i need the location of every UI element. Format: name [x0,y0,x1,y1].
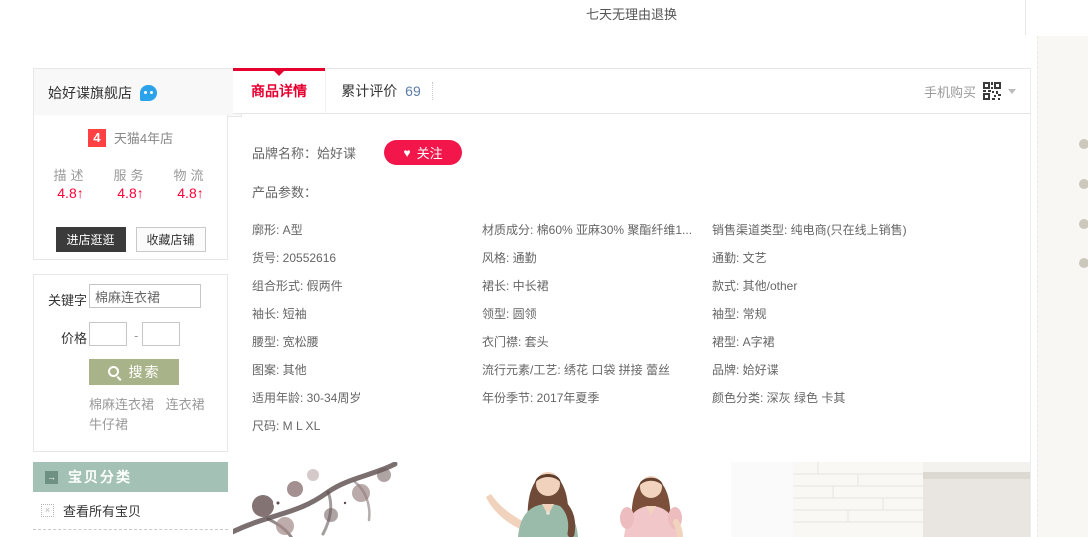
param-cell: 货号: 20552616 [252,244,482,272]
brand-name[interactable]: 姶好谍 [317,143,356,162]
param-cell: 颜色分类: 深灰 绿色 卡其 [712,384,1020,412]
rating-label: 描述 [41,165,101,184]
mobile-buy-label: 手机购买 [924,82,976,101]
follow-label: 关注 [417,143,443,162]
tmall-year-label: 天猫4年店 [114,128,173,147]
wangwang-chat-icon[interactable] [140,85,157,101]
store-info-panel: 4 天猫4年店 描述 服务 物流 4.8↑ 4.8↑ 4.8↑ 进店逛逛 收藏店… [33,115,228,260]
param-cell [712,412,1020,440]
param-cell: 款式: 其他/other [712,272,1020,300]
param-cell: 年份季节: 2017年夏季 [482,384,712,412]
product-image-strip [233,462,1030,537]
param-cell: 销售渠道类型: 纯电商(只在线上销售) [712,216,1020,244]
store-header: 姶好谍旗舰店 [33,68,242,117]
hot-keywords: 棉麻连衣裙 连衣裙 牛仔裙 [89,395,224,435]
placeholder-image-icon: × [41,504,54,517]
up-arrow-icon: ↑ [197,185,204,201]
up-arrow-icon: ↑ [77,185,84,201]
search-button-label: 搜索 [129,362,161,382]
tab-separator [432,82,434,100]
view-all-items-link[interactable]: × 查看所有宝贝 [33,492,228,530]
param-cell: 袖型: 常规 [712,300,1020,328]
qr-code-icon [983,82,1001,100]
chevron-down-icon [1008,89,1016,94]
price-max-input[interactable] [142,322,180,346]
hot-keyword-link[interactable]: 连衣裙 [166,397,205,412]
search-button[interactable]: 搜索 [89,359,179,385]
heart-icon: ♥ [403,147,410,159]
rating-value: 4.8↑ [101,185,161,201]
tab-reviews[interactable]: 累计评价 69 [325,69,437,113]
product-detail-page: 七天无理由退换 姶好谍旗舰店 4 天猫4年店 描述 服务 物流 4.8↑ 4.8… [0,0,1088,537]
rating-value: 4.8↑ [41,185,101,201]
param-cell: 材质成分: 棉60% 亚麻30% 聚酯纤维1... [482,216,712,244]
brand-row: 品牌名称： 姶好谍 ♥ 关注 [252,140,462,165]
magnifier-icon [108,366,121,379]
enter-store-button[interactable]: 进店逛逛 [56,227,126,252]
store-buttons-row: 进店逛逛 收藏店铺 [34,227,227,252]
param-cell: 图案: 其他 [252,356,482,384]
param-cell: 组合形式: 假两件 [252,272,482,300]
right-rail [1037,36,1088,537]
section-nav-dot[interactable] [1079,179,1088,189]
rating-label: 物流 [161,165,221,184]
price-min-input[interactable] [89,322,127,346]
param-cell: 适用年龄: 30-34周岁 [252,384,482,412]
section-nav-dot[interactable] [1079,258,1088,268]
rating-labels-row: 描述 服务 物流 [34,165,227,184]
product-detail-image [233,462,1030,537]
param-grid: 廓形: A型 材质成分: 棉60% 亚麻30% 聚酯纤维1... 销售渠道类型:… [252,216,1020,440]
param-cell: 品牌: 姶好谍 [712,356,1020,384]
store-name[interactable]: 姶好谍旗舰店 [48,83,132,103]
follow-brand-button[interactable]: ♥ 关注 [384,140,462,165]
category-section-header: → 宝贝分类 [33,462,228,492]
param-cell: 裙长: 中长裙 [482,272,712,300]
top-divider [1025,0,1026,35]
hot-keyword-link[interactable]: 棉麻连衣裙 [89,397,154,412]
arrow-square-icon: → [45,471,58,484]
price-label: 价格 [61,328,87,347]
active-tab-triangle-icon [274,71,284,76]
rating-values-row: 4.8↑ 4.8↑ 4.8↑ [34,185,227,201]
store-badge-row: 4 天猫4年店 [34,128,227,147]
service-promise-text: 七天无理由退换 [233,4,1030,23]
up-arrow-icon: ↑ [137,185,144,201]
tmall-year-badge: 4 [88,129,106,147]
section-nav-dot[interactable] [1079,219,1088,229]
keyword-label: 关键字 [48,290,87,309]
param-cell: 尺码: M L XL [252,412,482,440]
param-cell: 通勤: 文艺 [712,244,1020,272]
param-cell: 衣门襟: 套头 [482,328,712,356]
reviews-count: 69 [405,83,421,99]
tab-reviews-label: 累计评价 [341,83,397,99]
store-search-panel: 关键字 价格 - 搜索 棉麻连衣裙 连衣裙 牛仔裙 [33,274,228,452]
rating-label: 服务 [101,165,161,184]
param-cell: 流行元素/工艺: 绣花 口袋 拼接 蕾丝 [482,356,712,384]
mobile-buy-widget[interactable]: 手机购买 [924,69,1016,113]
brand-label: 品牌名称： [252,143,317,162]
section-nav-dot[interactable] [1079,139,1088,149]
panel-right-border [1030,68,1031,537]
param-cell [482,412,712,440]
param-cell: 廓形: A型 [252,216,482,244]
params-title: 产品参数： [252,182,317,201]
favorite-store-button[interactable]: 收藏店铺 [136,227,206,252]
param-cell: 风格: 通勤 [482,244,712,272]
keyword-input[interactable] [89,284,201,308]
category-title: 宝贝分类 [68,467,132,487]
param-cell: 裙型: A字裙 [712,328,1020,356]
view-all-label: 查看所有宝贝 [63,501,141,520]
rating-value: 4.8↑ [161,185,221,201]
price-separator: - [134,328,138,343]
param-cell: 腰型: 宽松腰 [252,328,482,356]
detail-tab-bar: 商品详情 累计评价 69 手机购买 [233,68,1030,114]
param-cell: 领型: 圆领 [482,300,712,328]
param-cell: 袖长: 短袖 [252,300,482,328]
hot-keyword-link[interactable]: 牛仔裙 [89,417,128,432]
